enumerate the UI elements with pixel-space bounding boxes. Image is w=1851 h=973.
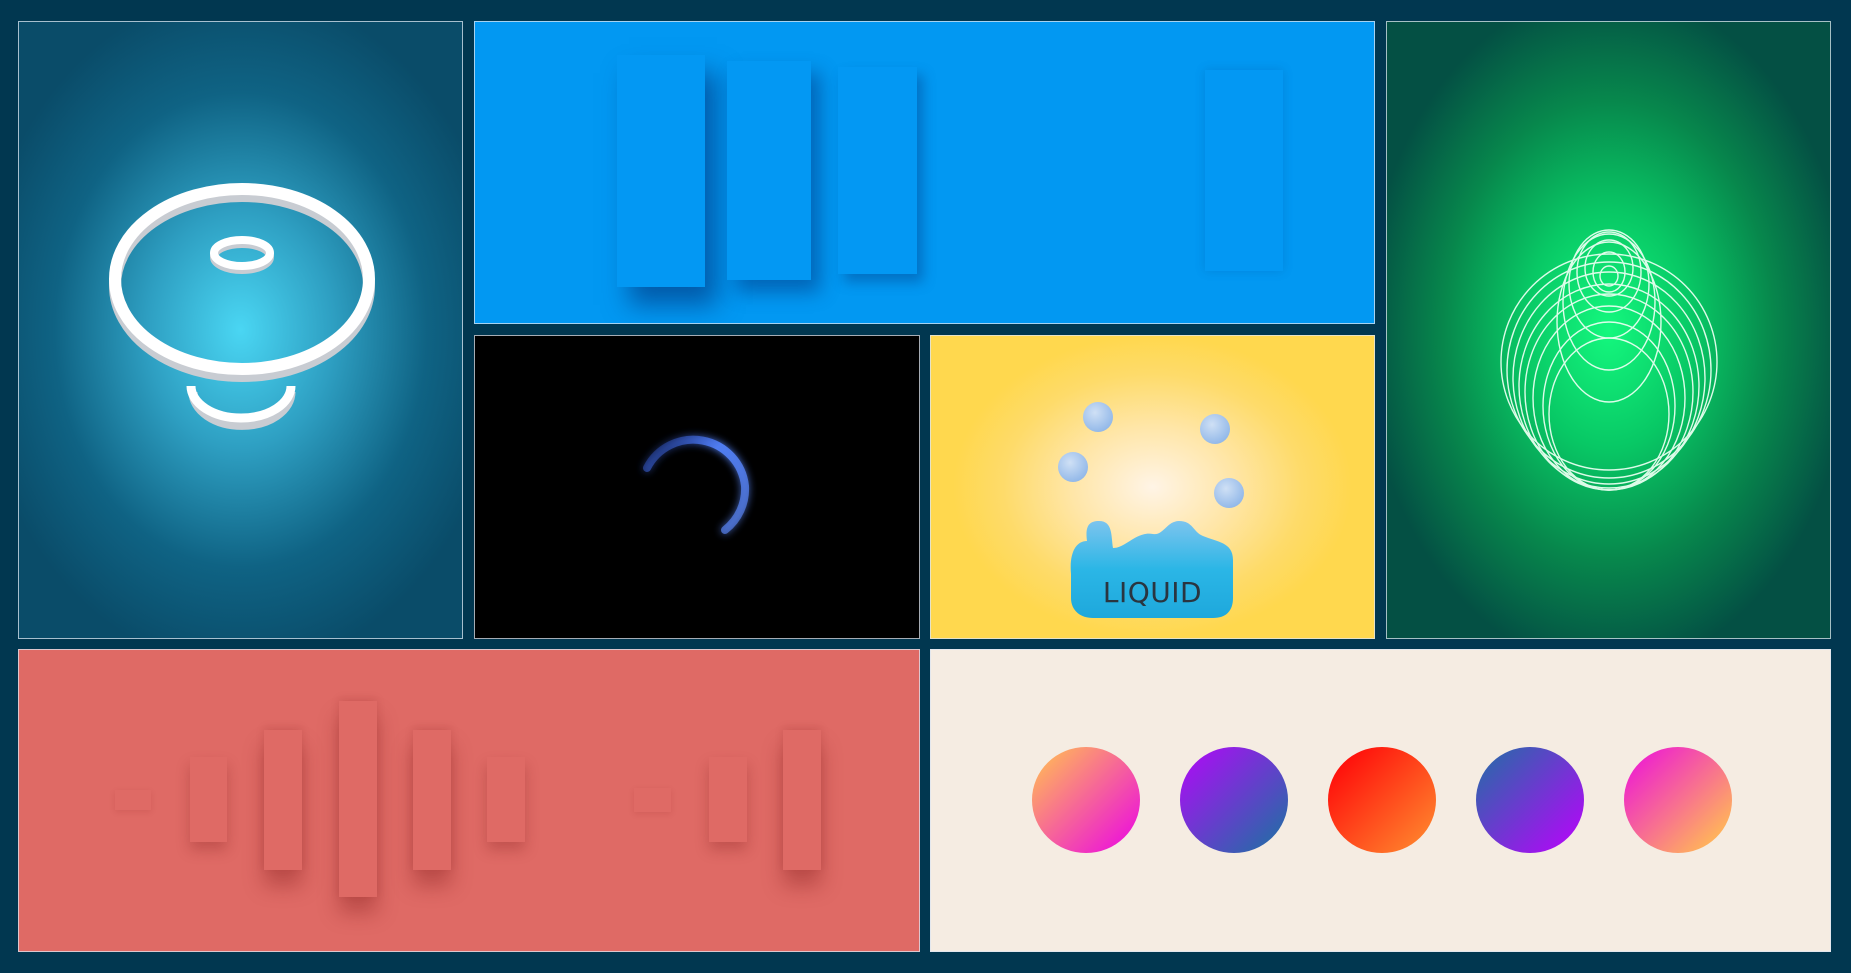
shadow-bar-2	[727, 61, 811, 280]
droplet	[1214, 478, 1244, 508]
liquid-panel: LIQUID	[930, 335, 1375, 639]
droplet	[1200, 414, 1230, 444]
equalizer-bar	[709, 757, 747, 842]
spinner-panel	[474, 335, 920, 639]
orbit-rings-panel	[1386, 21, 1831, 639]
gradient-dot	[1328, 747, 1436, 853]
gradient-dot	[1624, 747, 1732, 853]
orbit-rings-icon	[1500, 229, 1718, 491]
liquid-label: LIQUID	[1102, 576, 1203, 609]
ring-stack-icon	[109, 183, 375, 430]
droplet	[1083, 402, 1113, 432]
gradient-dot	[1180, 747, 1288, 853]
gradient-dot	[1032, 747, 1140, 853]
shadow-bar-3	[838, 67, 917, 274]
small-top-ring	[210, 236, 274, 274]
equalizer-bar	[783, 730, 821, 870]
equalizer-bar	[190, 757, 227, 842]
shadow-bar-4	[1205, 70, 1283, 271]
bottom-ring	[186, 385, 296, 430]
equalizer-bar	[339, 701, 377, 897]
equalizer-panel	[18, 649, 920, 952]
equalizer-bar	[264, 730, 302, 870]
gradient-dot	[1476, 747, 1584, 853]
equalizer-bar	[487, 757, 525, 842]
equalizer-bar	[115, 790, 151, 810]
equalizer-bar	[634, 788, 671, 812]
shadow-bar-1	[617, 55, 705, 287]
spinner-arc-icon	[643, 435, 750, 534]
equalizer-bar	[413, 730, 451, 870]
gradient-dots-panel	[930, 649, 1831, 952]
large-ring	[109, 183, 375, 382]
rings-panel	[18, 21, 463, 639]
shadow-bars-panel	[474, 21, 1375, 324]
droplet	[1058, 452, 1088, 482]
